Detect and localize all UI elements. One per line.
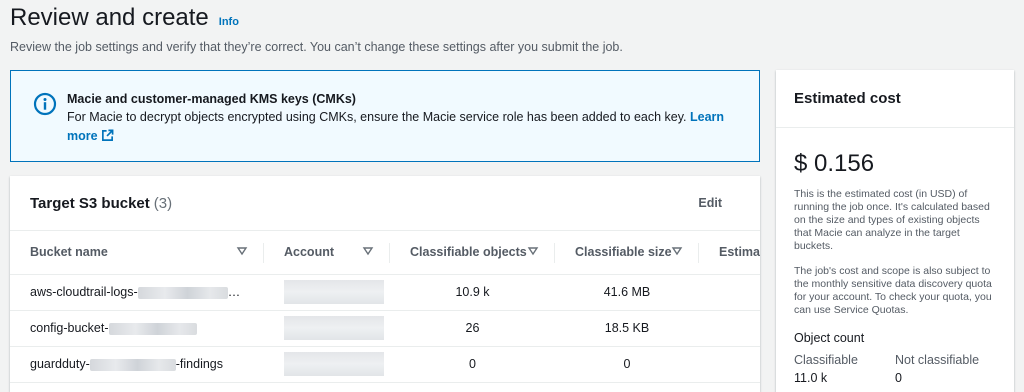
table-row[interactable]: aws-cloudtrail-logs-… 10.9 k 41.6 MB [10, 274, 760, 311]
size-cell: 18.5 KB [555, 310, 699, 347]
panel-title: Target S3 bucket (3) [30, 195, 172, 212]
cost-cell [699, 346, 760, 383]
not-classifiable-column: Not classifiable 0 [895, 351, 996, 387]
quota-note: The job's cost and scope is also subject… [794, 265, 992, 316]
not-classifiable-value: 0 [895, 371, 902, 385]
alert-body: For Macie to decrypt objects encrypted u… [67, 108, 739, 146]
sort-icon[interactable] [527, 245, 539, 257]
column-header-account[interactable]: Account [264, 231, 390, 275]
redacted-account [284, 280, 384, 304]
kms-info-alert: Macie and customer-managed KMS keys (CMK… [10, 70, 760, 162]
target-bucket-panel: Target S3 bucket (3) Edit Bucket name Acc… [10, 176, 760, 392]
objects-cell: 0 [390, 346, 555, 383]
bucket-name-cell: aws-cloudtrail-logs-… [10, 274, 264, 311]
sort-icon[interactable] [362, 245, 374, 257]
edit-button[interactable]: Edit [698, 196, 722, 210]
cost-cell [699, 274, 760, 311]
sort-icon[interactable] [671, 245, 683, 257]
alert-title: Macie and customer-managed KMS keys (CMK… [67, 92, 356, 106]
account-cell [264, 346, 390, 383]
classifiable-column: Classifiable 11.0 k [794, 351, 895, 387]
external-link-icon [101, 129, 114, 141]
column-header-classifiable-objects[interactable]: Classifiable objects [390, 231, 555, 275]
page-header: Review and create Info [10, 4, 239, 32]
alert-body-text: For Macie to decrypt objects encrypted u… [67, 110, 687, 124]
object-count-grid: Classifiable 11.0 k Not classifiable 0 [794, 351, 996, 387]
panel-header: Target S3 bucket (3) Edit [10, 176, 760, 231]
bucket-name-cell: guardduty- -findings [10, 346, 264, 383]
column-header-estimated-cost[interactable]: Estima [699, 231, 760, 275]
classifiable-label: Classifiable [794, 353, 858, 367]
column-header-bucket-name[interactable]: Bucket name [10, 231, 264, 275]
redacted-text [137, 286, 228, 299]
bucket-table-title: Target S3 bucket [30, 194, 150, 212]
classifiable-value: 11.0 k [794, 371, 828, 385]
size-cell: 41.6 MB [555, 274, 699, 311]
page-description: Review the job settings and verify that … [10, 40, 623, 54]
not-classifiable-label: Not classifiable [895, 353, 980, 367]
bucket-count: (3) [153, 194, 173, 212]
redacted-text [89, 358, 176, 371]
cost-panel-body: $ 0.156 This is the estimated cost (in U… [776, 128, 1014, 387]
cost-panel-title: Estimated cost [776, 70, 1014, 128]
redacted-account [284, 316, 384, 340]
objects-cell: 26 [390, 310, 555, 347]
bucket-name-cell: config-bucket- [10, 310, 264, 347]
cost-note: This is the estimated cost (in USD) of r… [794, 188, 990, 252]
info-link[interactable]: Info [219, 16, 239, 28]
estimated-cost-panel: Estimated cost $ 0.156 This is the estim… [776, 70, 1014, 392]
object-count-title: Object count [794, 331, 865, 345]
page-title: Review and create [10, 4, 209, 31]
account-cell [264, 310, 390, 347]
cost-cell [699, 310, 760, 347]
sort-icon[interactable] [236, 245, 248, 257]
table-header-row: Bucket name Account Classifiable objects… [10, 231, 760, 275]
info-circle-icon [33, 92, 57, 116]
column-header-classifiable-size[interactable]: Classifiable size [555, 231, 699, 275]
account-cell [264, 274, 390, 311]
estimated-cost-value: $ 0.156 [794, 150, 875, 177]
table-row[interactable]: config-bucket- 26 18.5 KB [10, 310, 760, 347]
redacted-text [108, 322, 197, 335]
redacted-account [284, 352, 384, 376]
size-cell: 0 [555, 346, 699, 383]
bucket-table: Bucket name Account Classifiable objects… [10, 231, 760, 383]
table-row[interactable]: guardduty- -findings 0 0 [10, 346, 760, 383]
objects-cell: 10.9 k [390, 274, 555, 311]
